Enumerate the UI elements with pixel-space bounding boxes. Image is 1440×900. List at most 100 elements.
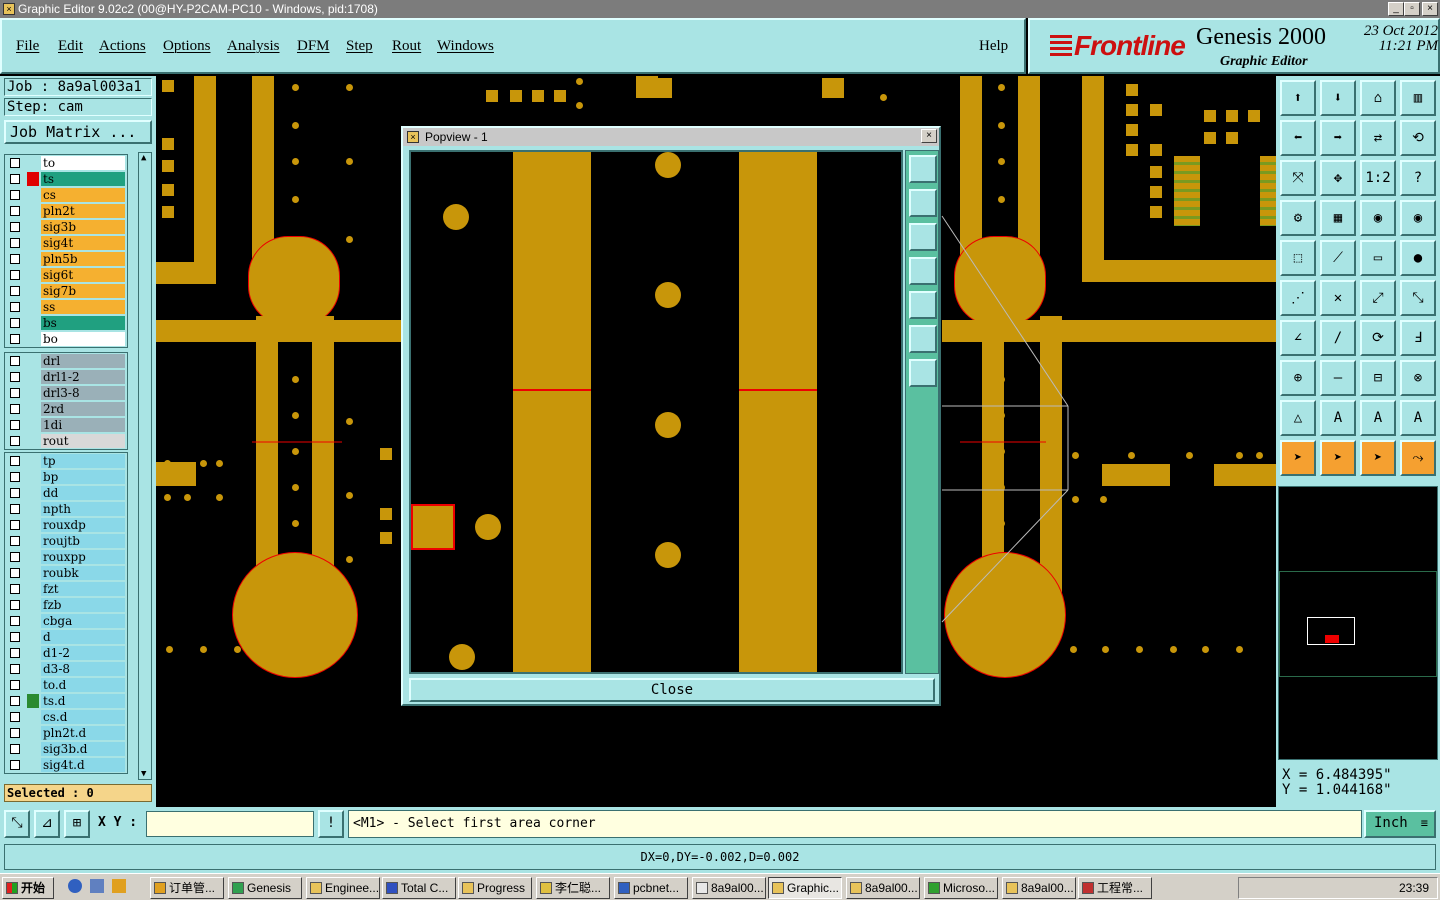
layer-name[interactable]: sig4t: [41, 236, 125, 250]
layer-name[interactable]: cbga: [41, 614, 125, 628]
layer-row[interactable]: sig4t.d: [5, 757, 127, 773]
taskbar-item[interactable]: 8a9al00...: [1002, 877, 1076, 899]
layer-row[interactable]: sig6t: [5, 267, 127, 283]
layer-name[interactable]: tp: [41, 454, 125, 468]
taskbar-item[interactable]: 工程常...: [1078, 877, 1152, 899]
layer-checkbox[interactable]: [10, 520, 20, 530]
unit-selector[interactable]: Inch ≡: [1364, 810, 1436, 838]
layer-row[interactable]: tp: [5, 453, 127, 469]
triangle-tool-icon[interactable]: △: [1280, 400, 1316, 436]
layer-row[interactable]: cs.d: [5, 709, 127, 725]
info-icon[interactable]: !: [318, 810, 344, 838]
taskbar-item[interactable]: Graphic...: [768, 877, 842, 899]
menu-actions[interactable]: Actions: [99, 38, 146, 55]
layer-checkbox[interactable]: [10, 536, 20, 546]
pan-up-tool-icon[interactable]: ⬆: [1280, 80, 1316, 116]
layer-compare-red-icon[interactable]: ◉: [1400, 200, 1436, 236]
pan-right-tool-icon[interactable]: ➡: [1320, 120, 1356, 156]
layer-row[interactable]: pln2t: [5, 203, 127, 219]
maximize-button[interactable]: ▫: [1404, 2, 1420, 16]
layer-name[interactable]: roujtb: [41, 534, 125, 548]
zoom-fit-icon[interactable]: [909, 325, 937, 353]
layer-row[interactable]: sig4t: [5, 235, 127, 251]
layer-checkbox[interactable]: [10, 696, 20, 706]
layer-name[interactable]: rouxpp: [41, 550, 125, 564]
layer-row[interactable]: roujtb: [5, 533, 127, 549]
triangle-b-icon[interactable]: A: [1360, 400, 1396, 436]
zoom-center-icon[interactable]: [909, 359, 937, 387]
minimize-button[interactable]: _: [1388, 2, 1404, 16]
taskbar-item[interactable]: Genesis: [228, 877, 302, 899]
layer-row[interactable]: dd: [5, 485, 127, 501]
layer-name[interactable]: ts: [41, 172, 125, 186]
app-shortcut-icon[interactable]: [112, 879, 126, 893]
layer-name[interactable]: sig6t: [41, 268, 125, 282]
pan-left-tool-icon[interactable]: ⬅: [1280, 120, 1316, 156]
layer-checkbox[interactable]: [10, 744, 20, 754]
layer-name[interactable]: d: [41, 630, 125, 644]
popview-canvas[interactable]: [409, 150, 903, 674]
layer-name[interactable]: bs: [41, 316, 125, 330]
layer-name[interactable]: pln2t: [41, 204, 125, 218]
layer-row[interactable]: ts.d: [5, 693, 127, 709]
menu-step[interactable]: Step: [346, 38, 373, 55]
text-tool-icon[interactable]: Ⅎ: [1400, 320, 1436, 356]
layer-row[interactable]: rouxdp: [5, 517, 127, 533]
layer-name[interactable]: drl3-8: [41, 386, 125, 400]
select-arrow-icon[interactable]: ➤: [1280, 440, 1316, 476]
layer-checkbox[interactable]: [10, 488, 20, 498]
layer-checkbox[interactable]: [10, 664, 20, 674]
job-matrix-button[interactable]: Job Matrix ...: [4, 120, 152, 144]
pan-down-tool-icon[interactable]: ⬇: [1320, 80, 1356, 116]
help-query-icon[interactable]: ?: [1400, 160, 1436, 196]
layer-row[interactable]: ss: [5, 299, 127, 315]
layer-checkbox[interactable]: [10, 238, 20, 248]
layer-name[interactable]: sig3b: [41, 220, 125, 234]
menu-rout[interactable]: Rout: [392, 38, 421, 55]
layer-row[interactable]: sig3b: [5, 219, 127, 235]
menu-options[interactable]: Options: [163, 38, 211, 55]
layer-checkbox[interactable]: [10, 388, 20, 398]
layer-name[interactable]: pln5b: [41, 252, 125, 266]
layer-checkbox[interactable]: [10, 552, 20, 562]
popview-close-icon[interactable]: ×: [921, 129, 937, 143]
select-net-icon[interactable]: ⤳: [1400, 440, 1436, 476]
window-view-icon[interactable]: ▥: [1400, 80, 1436, 116]
layer-checkbox[interactable]: [10, 270, 20, 280]
grid-toggle-icon[interactable]: ▦: [1320, 200, 1356, 236]
pan-up-icon[interactable]: [909, 189, 937, 217]
taskbar-item[interactable]: 8a9al00...: [692, 877, 766, 899]
layer-row[interactable]: drl3-8: [5, 385, 127, 401]
layer-row[interactable]: to: [5, 155, 127, 171]
layer-checkbox[interactable]: [10, 600, 20, 610]
layer-name[interactable]: rouxdp: [41, 518, 125, 532]
pan-right-icon[interactable]: [909, 291, 937, 319]
layer-name[interactable]: 1di: [41, 418, 125, 432]
select-box-icon[interactable]: ➤: [1320, 440, 1356, 476]
layer-row[interactable]: 1di: [5, 417, 127, 433]
layer-row[interactable]: d1-2: [5, 645, 127, 661]
scale-1-2-icon[interactable]: 1:2: [1360, 160, 1396, 196]
zoom-fit-icon[interactable]: ⤧: [1280, 160, 1316, 196]
split-tool-icon[interactable]: —: [1320, 360, 1356, 396]
layer-checkbox[interactable]: [10, 302, 20, 312]
layer-checkbox[interactable]: [10, 318, 20, 328]
pad-icon[interactable]: ●: [1400, 240, 1436, 276]
measure-icon[interactable]: ⊿: [34, 810, 60, 838]
layer-name[interactable]: to.d: [41, 678, 125, 692]
shapes-tool-icon[interactable]: ⊗: [1400, 360, 1436, 396]
layer-row[interactable]: sig3b.d: [5, 741, 127, 757]
layer-row[interactable]: ts: [5, 171, 127, 187]
layer-row[interactable]: cs: [5, 187, 127, 203]
layer-name[interactable]: cs.d: [41, 710, 125, 724]
triangle-a-icon[interactable]: A: [1320, 400, 1356, 436]
ruler-icon[interactable]: ▭: [1360, 240, 1396, 276]
layer-name[interactable]: roubk: [41, 566, 125, 580]
layer-checkbox[interactable]: [10, 174, 20, 184]
close-window-button[interactable]: ×: [1422, 2, 1438, 16]
popview-close-button[interactable]: Close: [409, 678, 935, 702]
layer-checkbox[interactable]: [10, 648, 20, 658]
scroll-up-icon[interactable]: ▲: [141, 153, 146, 163]
layer-checkbox[interactable]: [10, 334, 20, 344]
pan-left-icon[interactable]: [909, 257, 937, 285]
